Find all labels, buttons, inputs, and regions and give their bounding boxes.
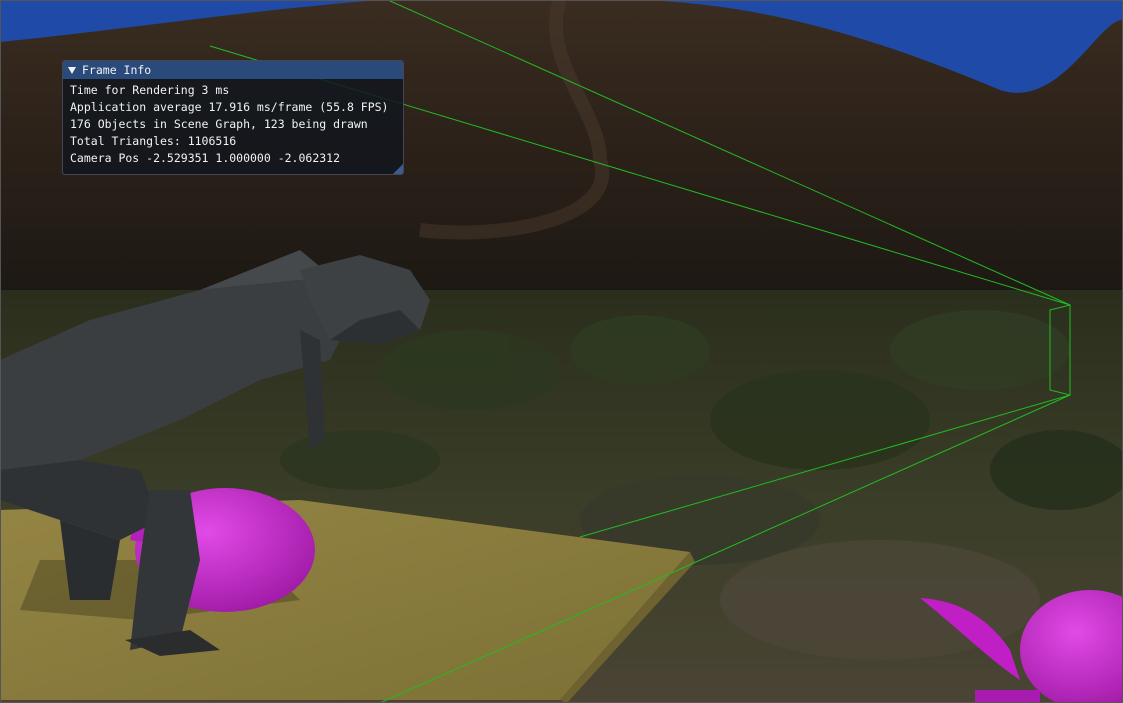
render-time-text: Time for Rendering 3 ms <box>70 83 230 97</box>
triangle-count-text: Total Triangles: 1106516 <box>70 134 237 148</box>
camera-pos-text: Camera Pos -2.529351 1.000000 -2.062312 <box>70 151 341 165</box>
scene-objects-text: 176 Objects in Scene Graph, 123 being dr… <box>70 117 368 131</box>
render-viewport[interactable]: Frame Info Time for Rendering 3 ms Appli… <box>0 0 1123 703</box>
frame-info-titlebar[interactable]: Frame Info <box>63 61 403 79</box>
frame-info-body: Time for Rendering 3 ms Application aver… <box>63 79 403 167</box>
frame-info-panel[interactable]: Frame Info Time for Rendering 3 ms Appli… <box>62 60 404 175</box>
resize-grip-icon[interactable] <box>393 164 403 174</box>
frame-info-title: Frame Info <box>82 63 152 77</box>
collapse-arrow-icon[interactable] <box>68 66 76 74</box>
fps-text: Application average 17.916 ms/frame (55.… <box>70 100 389 114</box>
